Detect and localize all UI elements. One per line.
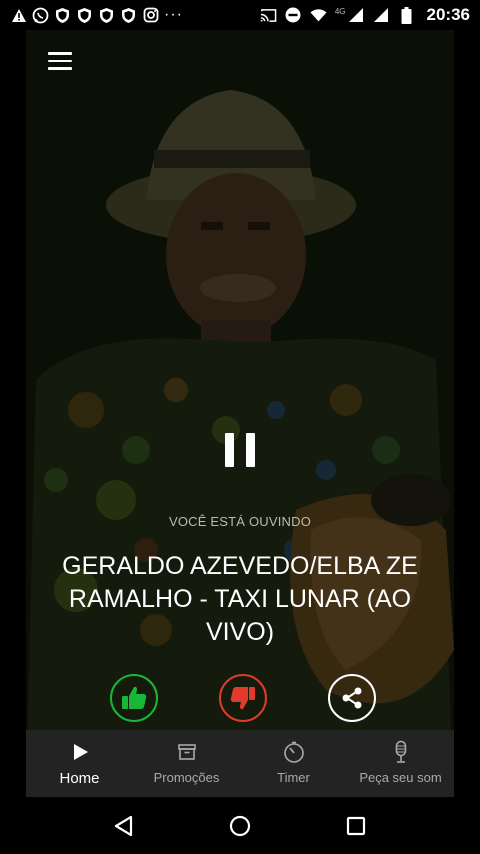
thumbs-up-icon xyxy=(122,686,147,709)
thumbs-down-icon xyxy=(230,687,255,710)
system-icons: 4G 20:36 xyxy=(260,5,470,25)
network-type-label: 4G xyxy=(334,6,346,16)
shield-icon xyxy=(98,7,115,24)
status-bar: ··· 4G 20:36 xyxy=(0,0,480,30)
do-not-disturb-icon xyxy=(285,7,302,24)
timer-icon xyxy=(282,740,306,764)
nav-label: Peça seu som xyxy=(359,770,442,785)
like-button[interactable] xyxy=(110,674,158,722)
share-button[interactable] xyxy=(328,674,376,722)
battery-icon xyxy=(398,6,415,24)
nav-label: Home xyxy=(59,770,100,787)
nav-item-promocoes[interactable]: Promoções xyxy=(133,730,240,797)
nav-label: Timer xyxy=(277,770,310,785)
microphone-icon xyxy=(389,740,413,764)
nav-item-peca-seu-som[interactable]: Peça seu som xyxy=(347,730,454,797)
dislike-button[interactable] xyxy=(219,674,267,722)
warning-icon xyxy=(10,7,27,24)
clock: 20:36 xyxy=(426,5,470,24)
menu-icon[interactable] xyxy=(48,52,72,72)
cast-icon xyxy=(260,7,277,24)
shield-icon xyxy=(120,7,137,24)
back-icon[interactable] xyxy=(112,814,136,838)
nav-item-timer[interactable]: Timer xyxy=(240,730,347,797)
signal-icon xyxy=(373,7,390,24)
recents-icon[interactable] xyxy=(344,814,368,838)
shield-icon xyxy=(54,7,71,24)
radio-player-app: VOCÊ ESTÁ OUVINDO GERALDO AZEVEDO/ELBA Z… xyxy=(26,30,454,797)
nav-item-home[interactable]: Home xyxy=(26,730,133,797)
song-title: GERALDO AZEVEDO/ELBA ZE RAMALHO - TAXI L… xyxy=(62,552,418,646)
share-icon xyxy=(342,687,362,709)
shield-icon xyxy=(76,7,93,24)
more-notifications-icon: ··· xyxy=(164,6,183,23)
notification-icons: ··· xyxy=(10,7,183,24)
nav-label: Promoções xyxy=(153,770,220,785)
pause-icon-bar xyxy=(246,433,255,467)
bottom-navigation: Home Promoções Timer Peça seu som xyxy=(26,730,454,797)
wifi-icon xyxy=(310,7,327,24)
system-navigation-bar xyxy=(0,797,480,854)
pause-icon-bar xyxy=(225,433,234,467)
pause-button[interactable] xyxy=(225,433,255,467)
archive-icon xyxy=(175,740,199,764)
now-playing-label: VOCÊ ESTÁ OUVINDO xyxy=(168,514,312,529)
whatsapp-icon xyxy=(32,7,49,24)
instagram-icon xyxy=(142,7,159,24)
play-icon xyxy=(68,740,92,764)
home-icon[interactable] xyxy=(228,814,252,838)
signal-icon xyxy=(348,7,365,24)
